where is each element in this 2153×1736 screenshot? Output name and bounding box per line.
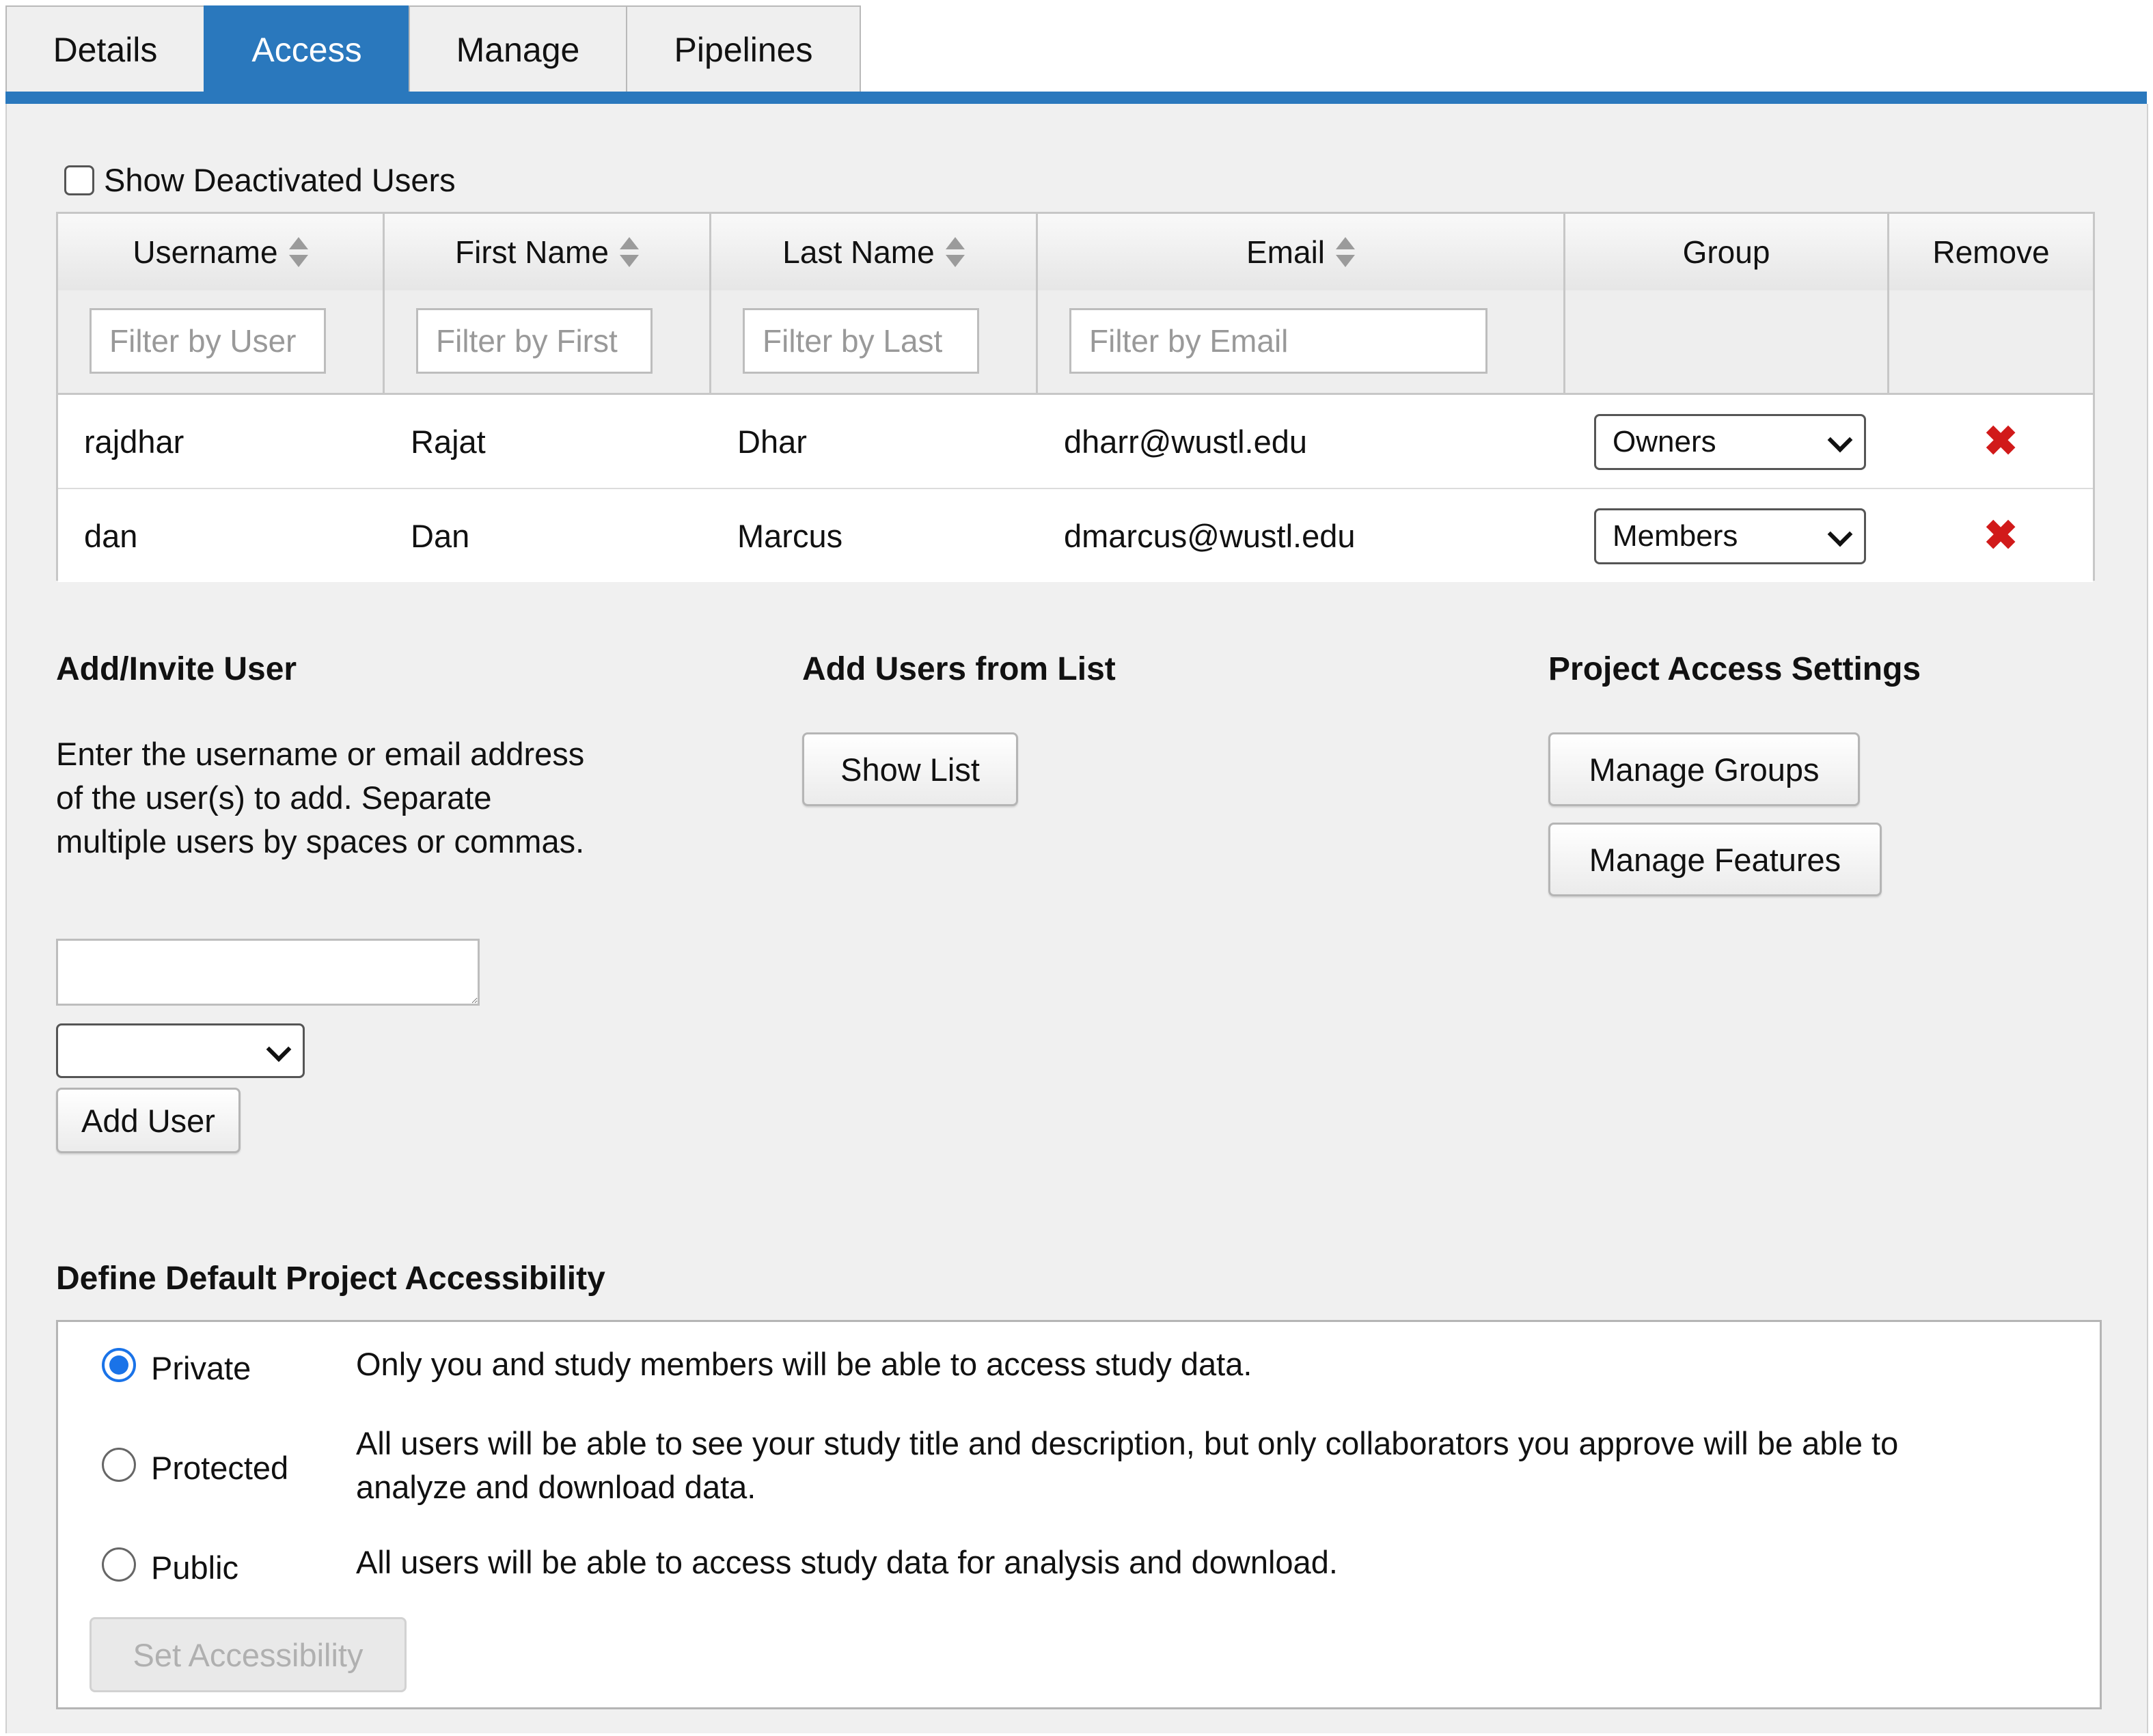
cell-username: rajdhar — [84, 423, 184, 460]
remove-icon[interactable]: ✖ — [1984, 421, 2018, 462]
access-panel: Show Deactivated Users Username First Na… — [5, 104, 2148, 1733]
header-first-name[interactable]: First Name — [385, 214, 711, 290]
group-select-value: Members — [1613, 519, 1738, 553]
tab-access[interactable]: Access — [204, 5, 409, 93]
set-accessibility-button[interactable]: Set Accessibility — [90, 1617, 407, 1692]
filter-cell — [1038, 290, 1565, 393]
header-last-name-label: Last Name — [782, 234, 935, 270]
cell-username: dan — [84, 517, 138, 554]
header-last-name[interactable]: Last Name — [711, 214, 1038, 290]
cell-email: dharr@wustl.edu — [1064, 423, 1307, 460]
manage-features-button[interactable]: Manage Features — [1548, 823, 1882, 896]
show-list-button[interactable]: Show List — [802, 732, 1018, 806]
table-row: rajdhar Rajat Dhar dharr@wustl.edu Owner… — [58, 395, 2093, 490]
header-remove-label: Remove — [1932, 234, 2050, 270]
group-select-value: Owners — [1613, 425, 1716, 458]
manage-groups-button[interactable]: Manage Groups — [1548, 732, 1860, 806]
chevron-down-icon — [1827, 521, 1853, 547]
filter-email-input[interactable] — [1069, 308, 1487, 374]
header-email-label: Email — [1246, 234, 1326, 270]
tab-underline — [5, 92, 2147, 104]
radio-public[interactable] — [102, 1547, 136, 1582]
header-username[interactable]: Username — [58, 214, 385, 290]
filter-cell — [58, 290, 385, 393]
sort-icon[interactable] — [944, 237, 965, 267]
chevron-down-icon — [1827, 427, 1853, 453]
show-deactivated-checkbox[interactable] — [64, 165, 94, 195]
header-group-label: Group — [1682, 234, 1770, 270]
cell-email: dmarcus@wustl.edu — [1064, 517, 1356, 554]
cell-last-name: Marcus — [737, 517, 843, 554]
filter-last-input[interactable] — [743, 308, 979, 374]
sort-icon[interactable] — [288, 237, 308, 267]
chevron-down-icon — [266, 1036, 292, 1062]
cell-first-name: Dan — [411, 517, 470, 554]
tab-details[interactable]: Details — [5, 5, 204, 93]
table-header: Username First Name Last Name Email Grou… — [58, 214, 2093, 292]
add-user-button[interactable]: Add User — [56, 1088, 241, 1153]
show-deactivated-row: Show Deactivated Users — [64, 161, 456, 199]
radio-private-label[interactable]: Private — [151, 1349, 251, 1387]
filter-username-input[interactable] — [90, 308, 326, 374]
add-user-group-select[interactable] — [56, 1023, 305, 1078]
filter-cell — [711, 290, 1038, 393]
header-email[interactable]: Email — [1038, 214, 1565, 290]
remove-icon[interactable]: ✖ — [1984, 515, 2018, 556]
add-from-list-title: Add Users from List — [802, 651, 1116, 687]
access-settings-title: Project Access Settings — [1548, 651, 1921, 687]
filter-row — [58, 290, 2093, 395]
add-invite-instructions: Enter the username or email address of t… — [56, 736, 585, 859]
radio-private[interactable] — [102, 1348, 136, 1382]
header-group: Group — [1565, 214, 1889, 290]
tab-bar: Details Access Manage Pipelines — [5, 5, 861, 93]
accessibility-box: Private Only you and study members will … — [56, 1320, 2102, 1709]
radio-protected-description: All users will be able to see your study… — [356, 1425, 1899, 1505]
filter-cell — [1565, 290, 1889, 393]
app-frame: Details Access Manage Pipelines Show Dea… — [0, 0, 2153, 1736]
header-username-label: Username — [133, 234, 278, 270]
sort-icon[interactable] — [1334, 237, 1356, 267]
show-deactivated-label: Show Deactivated Users — [104, 162, 456, 198]
radio-private-description: Only you and study members will be able … — [356, 1346, 1252, 1382]
group-select[interactable]: Owners — [1594, 414, 1866, 470]
header-remove: Remove — [1889, 214, 2093, 290]
filter-first-input[interactable] — [416, 308, 653, 374]
group-select[interactable]: Members — [1594, 508, 1866, 564]
radio-public-label[interactable]: Public — [151, 1549, 238, 1586]
header-first-name-label: First Name — [455, 234, 609, 270]
add-user-textarea[interactable] — [56, 939, 480, 1006]
cell-first-name: Rajat — [411, 423, 486, 460]
tab-pipelines[interactable]: Pipelines — [626, 5, 861, 93]
filter-cell — [385, 290, 711, 393]
users-table: Username First Name Last Name Email Grou… — [56, 212, 2095, 582]
filter-cell — [1889, 290, 2093, 393]
accessibility-title: Define Default Project Accessibility — [56, 1260, 605, 1297]
table-row: dan Dan Marcus dmarcus@wustl.edu Members… — [58, 489, 2093, 582]
radio-public-description: All users will be able to access study d… — [356, 1544, 1338, 1580]
sort-icon[interactable] — [618, 237, 639, 267]
add-invite-title: Add/Invite User — [56, 651, 297, 687]
cell-last-name: Dhar — [737, 423, 807, 460]
tab-manage[interactable]: Manage — [409, 5, 626, 93]
radio-protected[interactable] — [102, 1448, 136, 1482]
radio-protected-label[interactable]: Protected — [151, 1449, 288, 1487]
